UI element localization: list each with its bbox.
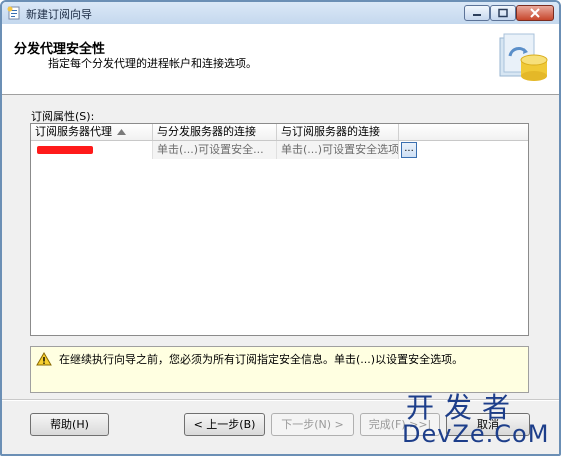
subscriber-connection-cell[interactable]: 单击(...)可设置安全选项 xyxy=(277,141,399,159)
column-header-distributor-connection[interactable]: 与分发服务器的连接 xyxy=(153,124,277,140)
minimize-button[interactable] xyxy=(464,5,490,21)
footer-divider xyxy=(2,399,559,401)
title-bar[interactable]: 新建订阅向导 xyxy=(2,2,559,24)
security-settings-button[interactable]: ... xyxy=(401,142,417,158)
distributor-connection-cell[interactable]: 单击(...)可设置安全... xyxy=(153,141,277,159)
warning-text: 在继续执行向导之前，您必须为所有订阅指定安全信息。单击(...)以设置安全选项。 xyxy=(59,353,464,366)
database-server-icon xyxy=(499,33,548,81)
subscription-properties-label: 订阅属性(S): xyxy=(31,110,95,123)
wizard-window: 新建订阅向导 分发代理安全性 指定每个分发代理的进程帐户和连接选项。 订阅属性(… xyxy=(0,0,561,456)
agent-cell[interactable] xyxy=(31,141,153,159)
warning-icon xyxy=(36,352,52,366)
maximize-button[interactable] xyxy=(490,5,516,21)
back-button[interactable]: < 上一步(B) xyxy=(184,413,265,436)
grid-header: 订阅服务器代理 与分发服务器的连接 与订阅服务器的连接 xyxy=(31,124,528,141)
help-button[interactable]: 帮助(H) xyxy=(30,413,109,436)
page-subtitle: 指定每个分发代理的进程帐户和连接选项。 xyxy=(48,57,257,70)
close-button[interactable] xyxy=(516,5,554,21)
warning-panel: 在继续执行向导之前，您必须为所有订阅指定安全信息。单击(...)以设置安全选项。 xyxy=(30,346,529,393)
close-icon xyxy=(530,8,540,18)
next-button[interactable]: 下一步(N) > xyxy=(271,413,354,436)
page-header: 分发代理安全性 指定每个分发代理的进程帐户和连接选项。 xyxy=(2,24,559,95)
maximize-icon xyxy=(498,8,508,18)
cancel-button[interactable]: 取消 xyxy=(446,413,530,436)
table-row[interactable]: 单击(...)可设置安全... 单击(...)可设置安全选项 ... xyxy=(31,141,528,159)
wizard-app-icon xyxy=(7,6,20,20)
subscription-properties-grid[interactable]: 订阅服务器代理 与分发服务器的连接 与订阅服务器的连接 单击(...)可设置安全… xyxy=(30,123,529,336)
sort-ascending-icon xyxy=(117,129,126,135)
column-header-agent[interactable]: 订阅服务器代理 xyxy=(31,124,153,140)
redacted-agent-name xyxy=(37,146,93,154)
window-title: 新建订阅向导 xyxy=(26,8,92,21)
minimize-icon xyxy=(473,14,481,16)
column-header-subscriber-connection[interactable]: 与订阅服务器的连接 xyxy=(277,124,399,140)
finish-button[interactable]: 完成(F) >>| xyxy=(360,413,440,436)
